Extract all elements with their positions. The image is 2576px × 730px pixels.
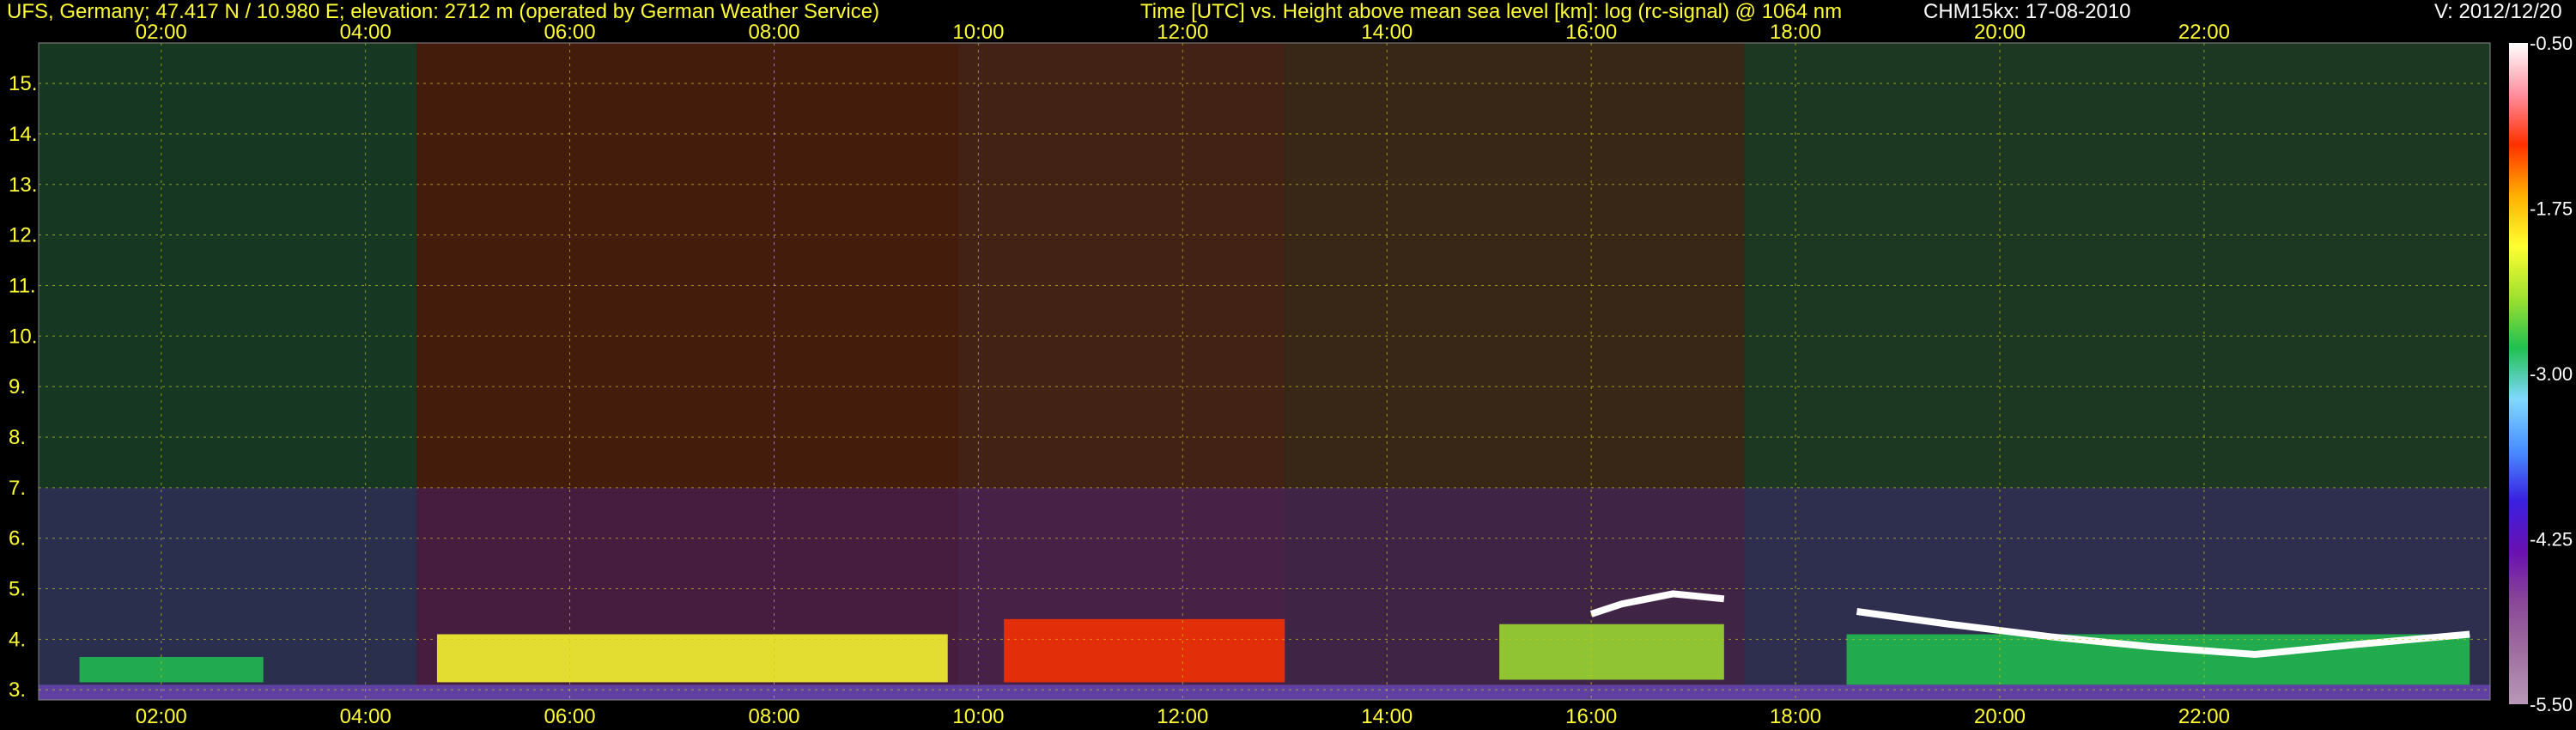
y-tick-label: 6. [9,527,26,551]
y-tick-label: 14. [9,123,37,146]
colorbar-label: -1.75 [2530,198,2573,220]
x-tick-label-bottom: 02:00 [136,705,187,728]
y-tick-label: 5. [9,578,26,601]
y-axis-ticks: 3. 4. 5. 6. 7. 8. 9. 10. 11. 12. 13. 14. 15. [9,72,37,702]
aerosol-layer [436,634,948,683]
y-tick-label: 9. [9,375,26,398]
y-tick-label: 11. [9,274,36,297]
y-tick-label: 7. [9,477,26,500]
colorbar-label: -0.50 [2530,33,2573,54]
y-tick-label: 13. [9,173,37,197]
ground-return [39,684,2490,700]
x-tick-label-bottom: 22:00 [2178,705,2230,728]
colorbar-label: -4.25 [2530,529,2573,551]
x-tick-label-top: 12:00 [1157,21,1208,44]
y-tick-label: 12. [9,224,37,247]
x-tick-label-bottom: 16:00 [1565,705,1617,728]
plot-background [39,43,2490,700]
y-tick-label: 15. [9,72,37,95]
x-tick-label-top: 14:00 [1361,21,1413,44]
x-tick-label-bottom: 14:00 [1361,705,1413,728]
x-tick-label-top: 02:00 [136,21,187,44]
aerosol-layer [1499,624,1724,680]
y-tick-label: 8. [9,426,26,449]
x-tick-label-bottom: 18:00 [1770,705,1821,728]
x-tick-label-bottom: 06:00 [544,705,596,728]
x-tick-label-top: 18:00 [1770,21,1821,44]
colorbar-label: -3.00 [2530,363,2573,385]
colorbar [2509,43,2528,704]
x-tick-label-bottom: 12:00 [1157,705,1208,728]
x-tick-label-top: 22:00 [2178,21,2230,44]
y-tick-label: 10. [9,325,37,348]
y-tick-label: 4. [9,628,26,651]
x-axis-top-ticks: 02:00 04:00 06:00 08:00 10:00 12:00 14:00 16:00… [136,21,2230,44]
colorbar-label: -5.50 [2530,694,2573,715]
x-tick-label-bottom: 20:00 [1974,705,2026,728]
aerosol-layer [79,656,264,683]
lidar-heatmap-chart: 02:00 04:00 06:00 08:00 10:00 12:00 14:00 16:00… [9,21,2573,728]
x-tick-label-top: 10:00 [952,21,1004,44]
x-tick-label-bottom: 08:00 [748,705,799,728]
x-tick-label-bottom: 04:00 [340,705,392,728]
y-tick-label: 3. [9,678,26,702]
x-tick-label-top: 04:00 [340,21,392,44]
x-tick-label-top: 08:00 [748,21,799,44]
x-tick-label-bottom: 10:00 [952,705,1004,728]
colorbar-labels: -0.50 -1.75 -3.00 -4.25 -5.50 [2530,33,2573,715]
x-axis-bottom-ticks: 02:00 04:00 06:00 08:00 10:00 12:00 14:00 16:00… [136,705,2230,728]
x-tick-label-top: 16:00 [1565,21,1617,44]
x-tick-label-top: 06:00 [544,21,596,44]
x-tick-label-top: 20:00 [1974,21,2026,44]
aerosol-layer [1004,618,1285,683]
